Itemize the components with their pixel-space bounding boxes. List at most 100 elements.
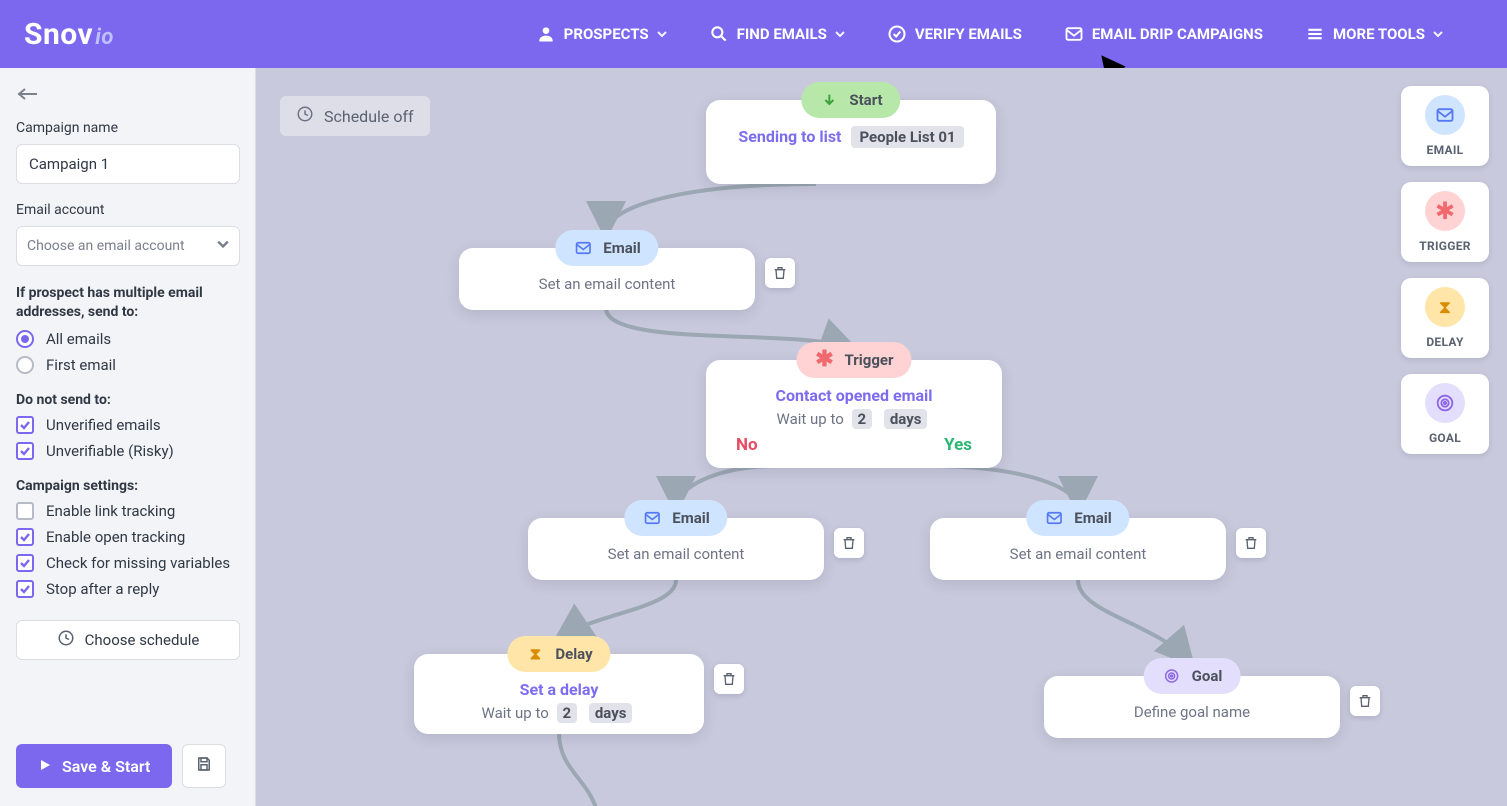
checkbox-label: Unverified emails: [46, 416, 161, 434]
branch-yes[interactable]: Yes: [944, 435, 972, 455]
chk-link-tracking[interactable]: Enable link tracking: [16, 502, 239, 520]
mail-icon: [573, 238, 593, 258]
checkbox-icon: [16, 442, 34, 460]
radio-label: All emails: [46, 330, 111, 348]
radio-all-emails[interactable]: All emails: [16, 330, 239, 348]
node-start[interactable]: Start Sending to list People List 01: [706, 100, 996, 184]
chk-missing-vars[interactable]: Check for missing variables: [16, 554, 239, 572]
hourglass-icon: ⧗: [1425, 287, 1465, 327]
palette-label: GOAL: [1429, 431, 1461, 445]
logo[interactable]: Snov io: [24, 17, 114, 52]
arrow-down-icon: [819, 90, 839, 110]
chevron-down-icon: [835, 29, 845, 39]
checkbox-icon: [16, 528, 34, 546]
palette-email[interactable]: EMAIL: [1401, 86, 1489, 166]
node-pill: ✱ Trigger: [797, 342, 912, 378]
pill-label: Email: [1074, 509, 1111, 527]
save-draft-button[interactable]: [182, 744, 226, 788]
chevron-down-icon: [657, 29, 667, 39]
node-email-1[interactable]: Email Set an email content: [459, 248, 755, 310]
trigger-branches: No Yes: [706, 435, 1002, 467]
node-pill: Email: [1026, 500, 1129, 536]
person-icon: [536, 24, 556, 44]
delete-node-button[interactable]: [834, 528, 864, 558]
button-label: Choose schedule: [85, 631, 200, 649]
mail-icon: [1044, 508, 1064, 528]
sidebar: Campaign name Email account Choose an em…: [0, 68, 256, 806]
branch-no[interactable]: No: [736, 435, 758, 455]
choose-schedule-button[interactable]: Choose schedule: [16, 620, 240, 660]
chk-risky[interactable]: Unverifiable (Risky): [16, 442, 239, 460]
node-pill: ⧗ Delay: [507, 636, 610, 672]
email-account-select[interactable]: Choose an email account: [16, 226, 240, 266]
back-button[interactable]: [16, 82, 40, 106]
pill-label: Email: [603, 239, 640, 257]
list-chip: People List 01: [851, 126, 963, 148]
save-start-button[interactable]: Save & Start: [16, 744, 172, 788]
nav-verify-emails[interactable]: VERIFY EMAILS: [887, 24, 1022, 44]
node-placeholder: Set an email content: [1010, 545, 1147, 563]
pill-label: Email: [672, 509, 709, 527]
node-delay[interactable]: ⧗ Delay Set a delay Wait up to 2 days: [414, 654, 704, 734]
logo-text-snov: Snov: [24, 17, 93, 52]
chk-open-tracking[interactable]: Enable open tracking: [16, 528, 239, 546]
email-account-label: Email account: [16, 202, 239, 218]
node-trigger[interactable]: ✱ Trigger Contact opened email Wait up t…: [706, 360, 1002, 468]
target-icon: [1425, 383, 1465, 423]
campaign-name-label: Campaign name: [16, 120, 239, 136]
check-circle-icon: [887, 24, 907, 44]
node-email-3[interactable]: Email Set an email content: [930, 518, 1226, 580]
node-placeholder: Set an email content: [539, 275, 676, 293]
save-icon: [195, 755, 213, 777]
pill-label: Start: [849, 91, 882, 109]
logo-text-io: io: [95, 25, 114, 50]
button-label: Save & Start: [62, 757, 150, 776]
chk-unverified[interactable]: Unverified emails: [16, 416, 239, 434]
radio-first-email[interactable]: First email: [16, 356, 239, 374]
node-title: Contact opened email: [726, 386, 982, 405]
select-placeholder: Choose an email account: [27, 238, 185, 254]
node-pill: Email: [555, 230, 658, 266]
hourglass-icon: ⧗: [525, 644, 545, 664]
top-nav: Snov io PROSPECTS FIND EMAILS VERIFY EMA…: [0, 0, 1507, 68]
mail-icon: [642, 508, 662, 528]
palette-trigger[interactable]: ✱ TRIGGER: [1401, 182, 1489, 262]
nav-find-emails[interactable]: FIND EMAILS: [709, 24, 845, 44]
nav-label: VERIFY EMAILS: [915, 25, 1022, 43]
node-pill: Email: [624, 500, 727, 536]
delete-node-button[interactable]: [765, 258, 795, 288]
node-email-2[interactable]: Email Set an email content: [528, 518, 824, 580]
palette-goal[interactable]: GOAL: [1401, 374, 1489, 454]
asterisk-icon: ✱: [815, 350, 835, 370]
flow-canvas[interactable]: Schedule off Start Sending to list Pe: [256, 68, 1507, 806]
node-title: Sending to list: [738, 127, 841, 146]
nav-prospects[interactable]: PROSPECTS: [536, 24, 667, 44]
palette-label: DELAY: [1426, 335, 1463, 349]
radio-icon: [16, 330, 34, 348]
mail-icon: [1064, 24, 1084, 44]
delete-node-button[interactable]: [714, 664, 744, 694]
nav-label: FIND EMAILS: [737, 25, 827, 43]
campaign-settings-label: Campaign settings:: [16, 478, 239, 494]
checkbox-label: Check for missing variables: [46, 554, 230, 572]
campaign-name-input[interactable]: [16, 144, 240, 184]
checkbox-label: Stop after a reply: [46, 580, 159, 598]
node-pill: Goal: [1144, 658, 1241, 694]
delete-node-button[interactable]: [1236, 528, 1266, 558]
nav-label: MORE TOOLS: [1333, 25, 1425, 43]
radio-label: First email: [46, 356, 116, 374]
chevron-down-icon: [1433, 29, 1443, 39]
node-goal[interactable]: Goal Define goal name: [1044, 676, 1340, 738]
radio-icon: [16, 356, 34, 374]
delete-node-button[interactable]: [1350, 686, 1380, 716]
search-icon: [709, 24, 729, 44]
nav-label: PROSPECTS: [564, 25, 649, 43]
checkbox-icon: [16, 502, 34, 520]
nav-more-tools[interactable]: MORE TOOLS: [1305, 24, 1443, 44]
clock-icon: [57, 629, 75, 651]
asterisk-icon: ✱: [1425, 191, 1465, 231]
palette-delay[interactable]: ⧗ DELAY: [1401, 278, 1489, 358]
checkbox-label: Enable link tracking: [46, 502, 175, 520]
nav-drip-campaigns[interactable]: EMAIL DRIP CAMPAIGNS: [1064, 24, 1263, 44]
chk-stop-reply[interactable]: Stop after a reply: [16, 580, 239, 598]
